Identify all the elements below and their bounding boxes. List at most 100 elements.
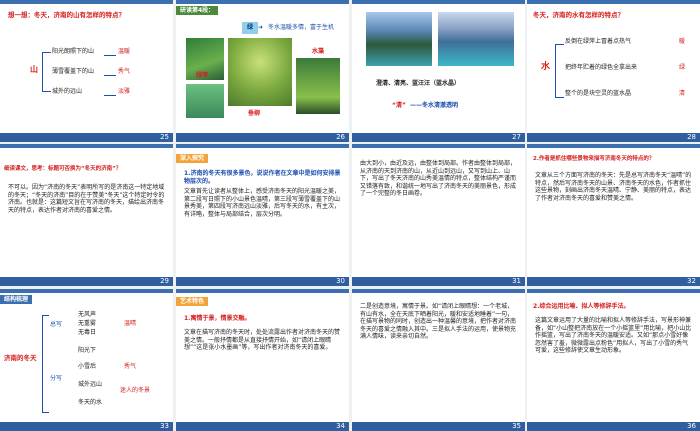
slide-top-bar: [352, 289, 525, 293]
caption-text: 澄清、清亮、蓝汪汪（蓝水晶）: [376, 80, 461, 87]
branch-item: 无重雾: [78, 320, 97, 327]
pond-photo: [186, 84, 224, 118]
mindmap-center: 山: [30, 65, 38, 74]
slide-bottom-bar: 36: [527, 422, 700, 431]
slide-number: 36: [687, 422, 696, 430]
side-label: 温晴: [124, 320, 137, 327]
slide-number: 34: [336, 422, 345, 430]
slide-top-bar: [527, 0, 700, 4]
slide-bottom-bar: 32: [527, 277, 700, 286]
slide-number: 32: [687, 277, 696, 285]
mindmap-item-label: 薄雪覆盖下的山: [52, 68, 95, 75]
slide-top-bar: [176, 289, 349, 293]
slide-thumbnail-35[interactable]: 二是创造意境，寓情于景。如“请闭上眼睛想：一个老城，有山有水，全在天底下晒着阳光…: [352, 289, 525, 431]
slide-thumbnail-33[interactable]: 结构梳理 济南的冬天 总写 无风声 无重雾 无毒日 分写 阳光下 小雪后 城外远…: [0, 289, 173, 431]
mindmap-item-label: 整个的是块空灵的蓝水晶: [565, 90, 632, 97]
slide-bottom-bar: 27: [352, 133, 525, 142]
slide-top-bar: [527, 289, 700, 293]
algae-photo: [296, 58, 340, 114]
slide-thumbnail-26[interactable]: 研读第4段： 绿 ➜ 冬水温暖多情，富于生机 水藻 绿萍 垂柳 26: [176, 0, 349, 142]
branch-item: 城外远山: [78, 381, 103, 388]
mindmap-item-label: 反倒在绿萍上冒着点热气: [565, 38, 632, 45]
slide-number: 26: [336, 133, 345, 141]
arrow-icon: ➜: [258, 24, 264, 31]
summary-text: 冬水温暖多情，富于生机: [268, 24, 335, 31]
slide-thumbnail-36[interactable]: 2.综合运用比喻、拟人等修辞手法。 这篇文章运用了大量的比喻和拟人等修辞手法，写…: [527, 289, 700, 431]
arrow-label: 绿: [242, 22, 259, 34]
slide-thumbnail-31[interactable]: 由大到小，由近及远，由整体到局部。作者由整体到局部，从济南的天到济南的山，从近山…: [352, 144, 525, 286]
slide-thumbnail-32[interactable]: 2.作者是抓住哪些景物来描写济南冬天的特点的？ 文章从三个方面写济南的冬天：先是…: [527, 144, 700, 286]
lake-photo-right: [438, 12, 514, 66]
slide-top-bar: [352, 144, 525, 148]
slide-thumbnail-28[interactable]: 冬天，济南的水有怎样的特点？ 水 反倒在绿萍上冒着点热气 暖 把终年贮着的绿色全…: [527, 0, 700, 142]
slide-number: 28: [687, 133, 696, 141]
slide-top-bar: [176, 144, 349, 148]
side-label: 秀气: [124, 363, 137, 370]
side-label: 迷人的冬景: [120, 387, 151, 394]
slide-top-bar: [0, 0, 173, 4]
slide-bottom-bar: 26: [176, 133, 349, 142]
slide-heading: 细读课文，思考：标题可否换为“冬天的济南”？: [4, 166, 122, 172]
slide-thumbnail-34[interactable]: 艺术特色 1.寓情于景，情景交融。 文章在描写济南的冬天时，处处流露出作者对济南…: [176, 289, 349, 431]
mindmap-item-trait: 绿: [679, 64, 686, 71]
photo-label-grass: 绿萍: [196, 72, 209, 79]
slide-top-bar: [527, 144, 700, 148]
slide-body: 这篇文章运用了大量的比喻和拟人等修辞手法，写景形神兼备，如“小山整把济南放在一个…: [535, 317, 692, 354]
mindmap-item-label: 阳光朗照下的山: [52, 48, 95, 55]
slide-thumbnail-25[interactable]: 想一想：冬天，济南的山有怎样的特点？ 山 阳光朗照下的山 温暖 薄雪覆盖下的山 …: [0, 0, 173, 142]
mindmap-line: [104, 55, 116, 56]
slide-bottom-bar: 31: [352, 277, 525, 286]
mindmap-line: [104, 75, 116, 76]
slide-thumbnail-27[interactable]: 澄清、清亮、蓝汪汪（蓝水晶） “清” ——冬水清澈透明 27: [352, 0, 525, 142]
slide-body: 不可以。因为“济南的冬天”表明所写的是济南这一特定地域的冬天；“冬天的济南”目的…: [8, 184, 165, 214]
section-tag: 艺术特色: [176, 297, 209, 306]
slide-bottom-bar: 33: [0, 422, 173, 431]
structure-root: 济南的冬天: [4, 354, 37, 362]
slide-number: 33: [160, 422, 169, 430]
quote-note: ——冬水清澈透明: [410, 102, 459, 109]
photo-label-water: 水藻: [312, 48, 325, 55]
mindmap-bracket: [555, 44, 564, 98]
mindmap-item-trait: 温暖: [118, 48, 131, 55]
slide-top-bar: [0, 289, 173, 293]
slide-number: 31: [512, 277, 521, 285]
slide-number: 30: [336, 277, 345, 285]
slide-number: 29: [160, 277, 169, 285]
branch-item: 无风声: [78, 311, 97, 318]
willow-photo: [228, 38, 292, 106]
slide-body: 文章从三个方面写济南的冬天：先是总写济南冬天“温晴”的特点，然后写济南冬天的山景…: [535, 172, 692, 202]
photo-label-willow: 垂柳: [248, 110, 261, 117]
structure-bracket: [42, 315, 49, 413]
branch-item: 阳光下: [78, 347, 97, 354]
slide-subheading: 2.作者是抓住哪些景物来描写济南冬天的特点的？: [533, 156, 655, 162]
slide-bottom-bar: 29: [0, 277, 173, 286]
slide-bottom-bar: 28: [527, 133, 700, 142]
slide-bottom-bar: 35: [352, 422, 525, 431]
section-heading: 研读第4段：: [176, 6, 219, 15]
mindmap-item-label: 把终年贮着的绿色全拿出来: [565, 64, 638, 71]
slide-bottom-bar: 30: [176, 277, 349, 286]
slide-number: 27: [512, 133, 521, 141]
mindmap-item-trait: 暖: [679, 38, 686, 45]
slide-top-bar: [0, 144, 173, 148]
slide-bottom-bar: 25: [0, 133, 173, 142]
slide-body: 文章在描写济南的冬天时，处处流露出作者对济南冬天的赞美之情。一般抒情都是从直接抒…: [184, 329, 341, 351]
slide-thumbnail-30[interactable]: 深入探究 1.济南的冬天有很多景色，说说作者在文章中是如何安排景物层次的。 文章…: [176, 144, 349, 286]
slide-bottom-bar: 34: [176, 422, 349, 431]
slide-body: 由大到小，由近及远，由整体到局部。作者由整体到局部，从济南的天到济南的山，从近山…: [360, 160, 517, 197]
mindmap-line: [104, 95, 116, 96]
branch-item: 小雪后: [78, 363, 97, 370]
slide-top-bar: [352, 0, 525, 4]
slide-number: 35: [512, 422, 521, 430]
slide-thumbnail-29[interactable]: 细读课文，思考：标题可否换为“冬天的济南”？ 不可以。因为“济南的冬天”表明所写…: [0, 144, 173, 286]
slide-subheading: 1.济南的冬天有很多景色，说说作者在文章中是如何安排景物层次的。: [184, 170, 341, 185]
branch-item: 冬天的水: [78, 399, 103, 406]
section-tag: 深入探究: [176, 154, 209, 163]
mindmap-item-label: 城外的远山: [52, 88, 83, 95]
mindmap-item-trait: 清: [679, 90, 686, 97]
lake-photo-left: [366, 12, 432, 66]
mindmap-bracket: [42, 52, 51, 92]
quote-text: “清”: [392, 102, 406, 109]
slide-top-bar: [176, 0, 349, 4]
branch-label: 总写: [50, 321, 63, 328]
